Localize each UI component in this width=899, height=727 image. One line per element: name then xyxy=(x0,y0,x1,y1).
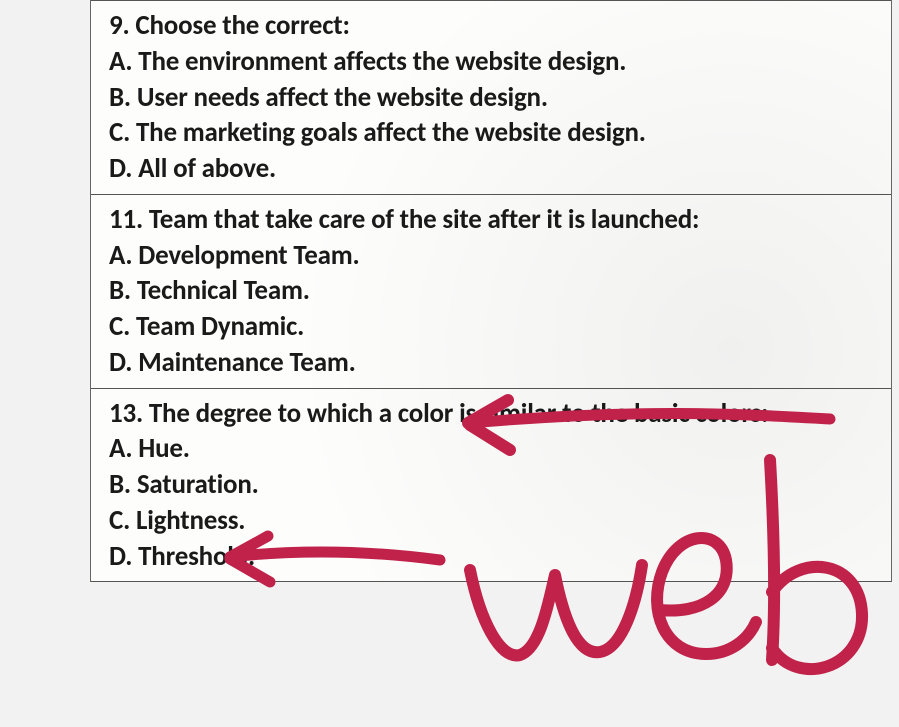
question-option: A. The environment affects the website d… xyxy=(109,45,881,79)
question-cell: 9. Choose the correct: A. The environmen… xyxy=(91,0,891,194)
question-prompt: 13. The degree to which a color is simil… xyxy=(109,397,881,431)
question-option: D. Maintenance Team. xyxy=(109,346,881,380)
question-cell: 13. The degree to which a color is simil… xyxy=(91,388,891,583)
question-option: A. Development Team. xyxy=(109,239,881,273)
question-option: B. Saturation. xyxy=(109,468,881,502)
question-option: C. Team Dynamic. xyxy=(109,310,881,344)
question-option: C. The marketing goals affect the websit… xyxy=(109,116,881,150)
question-option: D. Threshold. xyxy=(109,540,881,574)
question-cell: 11. Team that take care of the site afte… xyxy=(91,194,891,388)
question-prompt: 11. Team that take care of the site afte… xyxy=(109,203,881,237)
question-prompt: 9. Choose the correct: xyxy=(109,9,881,43)
question-option: A. Hue. xyxy=(109,432,881,466)
question-table: 9. Choose the correct: A. The environmen… xyxy=(90,0,892,582)
question-option: B. User needs affect the website design. xyxy=(109,81,881,115)
question-option: D. All of above. xyxy=(109,152,881,186)
question-option: C. Lightness. xyxy=(109,504,881,538)
question-option: B. Technical Team. xyxy=(109,274,881,308)
